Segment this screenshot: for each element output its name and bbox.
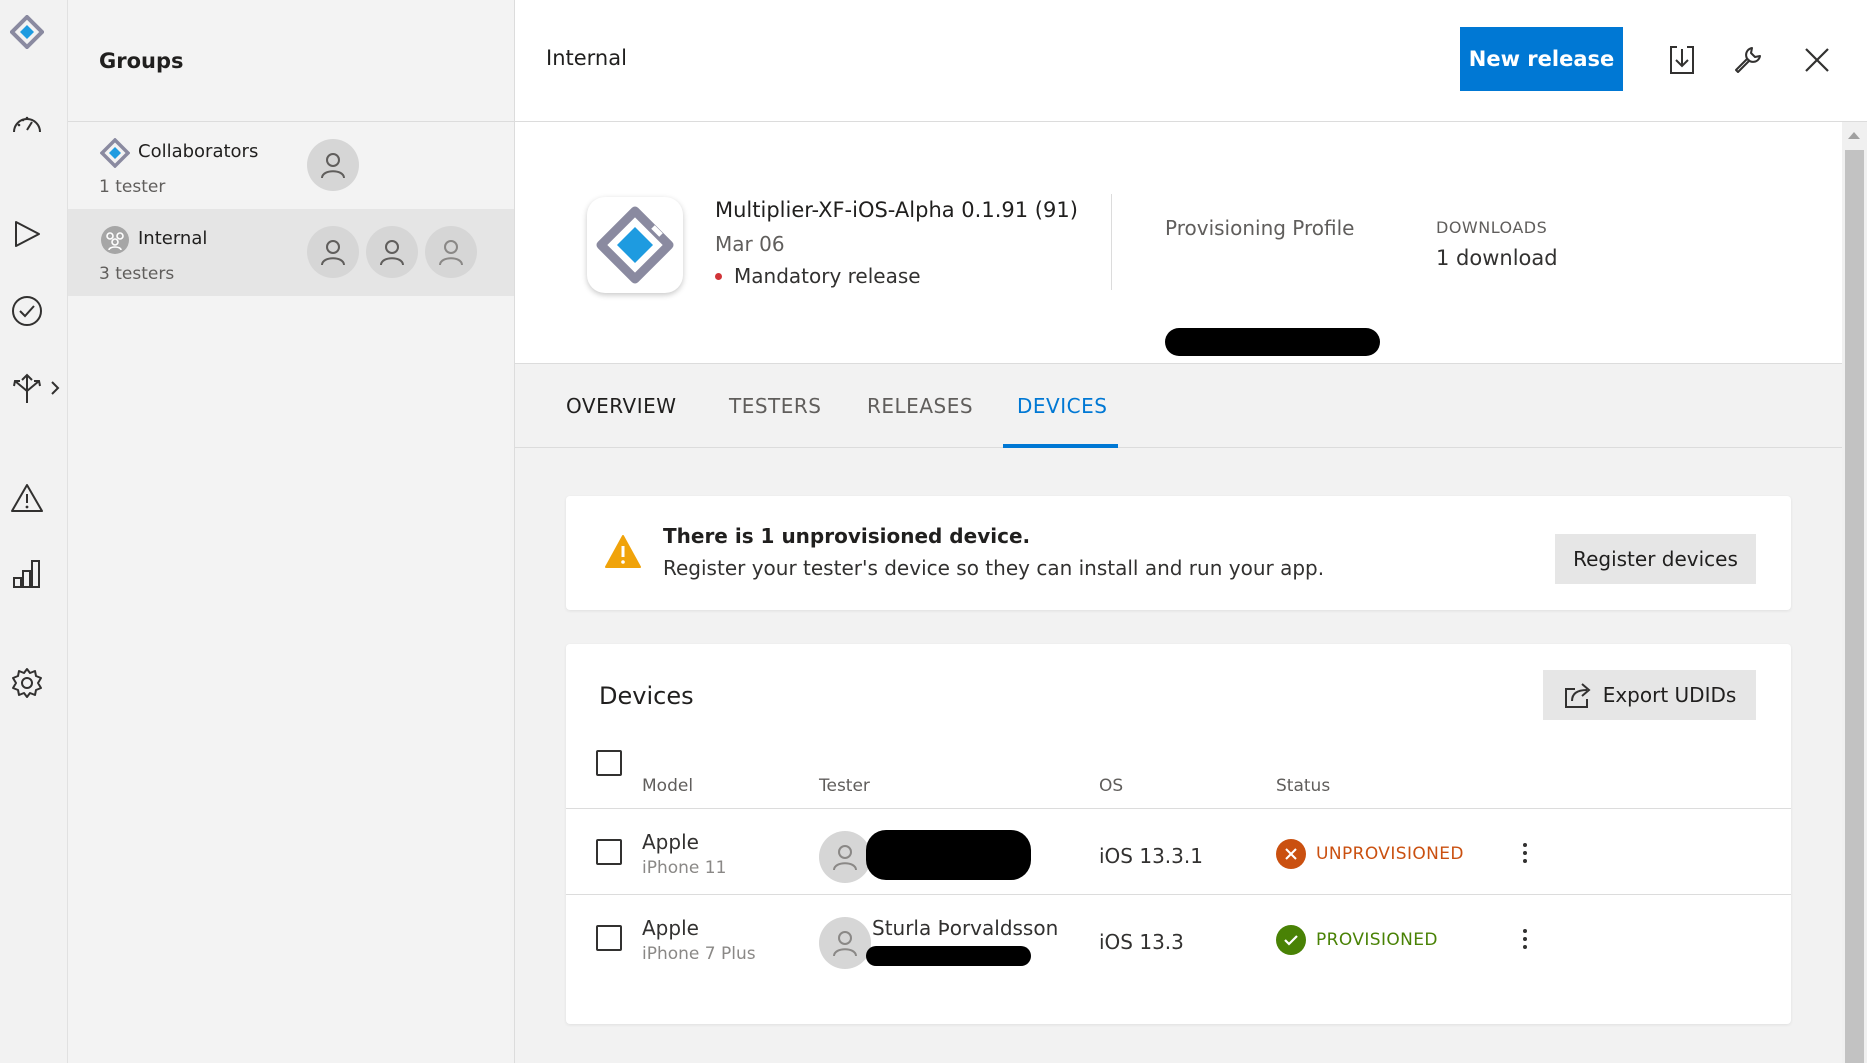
test-check-icon[interactable] [8, 292, 46, 330]
build-play-icon[interactable] [8, 215, 46, 253]
scroll-up-arrow-icon[interactable] [1848, 132, 1860, 139]
tab-devices[interactable]: DEVICES [1017, 364, 1107, 448]
device-model: iPhone 11 [642, 858, 727, 878]
dashboard-icon[interactable] [8, 104, 46, 142]
avatar [307, 139, 359, 191]
provisioning-profile-label: Provisioning Profile [1165, 216, 1355, 240]
export-udids-button[interactable]: Export UDIDs [1543, 670, 1756, 720]
devices-card: Devices Export UDIDs Model Tester OS Sta… [566, 644, 1791, 1024]
group-item-collaborators[interactable]: Collaborators 1 tester [68, 122, 514, 209]
column-header-tester[interactable]: Tester [819, 776, 870, 796]
avatar [425, 226, 477, 278]
mandatory-release-label: Mandatory release [734, 264, 921, 288]
tester-avatar [819, 917, 871, 969]
new-release-button[interactable]: New release [1460, 27, 1623, 91]
row-checkbox[interactable] [596, 925, 622, 951]
redacted-tester-email [866, 946, 1031, 966]
diagnostics-warning-icon[interactable] [8, 479, 46, 517]
group-name: Collaborators [138, 141, 259, 162]
unprovisioned-x-icon [1276, 839, 1306, 869]
mandatory-dot [715, 272, 722, 280]
export-share-icon [1563, 681, 1593, 709]
row-more-options-icon[interactable] [1515, 835, 1535, 871]
table-divider [566, 808, 1791, 809]
collaborators-group-icon [100, 138, 130, 168]
tab-releases[interactable]: RELEASES [867, 364, 973, 448]
warning-icon [604, 534, 642, 570]
expand-chevron-icon[interactable] [49, 380, 63, 396]
device-make: Apple [642, 916, 699, 940]
page-title: Internal [546, 46, 627, 70]
scrollbar-thumb[interactable] [1845, 150, 1864, 1063]
redacted-provisioning-profile [1165, 328, 1380, 356]
devices-title: Devices [599, 682, 694, 710]
device-make: Apple [642, 830, 699, 854]
group-item-internal[interactable]: Internal 3 testers [68, 209, 514, 296]
close-icon[interactable] [1797, 40, 1837, 80]
provisioned-check-icon [1276, 925, 1306, 955]
row-checkbox[interactable] [596, 839, 622, 865]
status-label: PROVISIONED [1316, 930, 1438, 950]
warning-title: There is 1 unprovisioned device. [663, 524, 1031, 548]
redacted-tester-name [866, 830, 1031, 880]
mandatory-release-indicator: Mandatory release [715, 264, 921, 288]
table-divider [566, 894, 1791, 895]
device-os: iOS 13.3.1 [1099, 844, 1203, 868]
wrench-icon[interactable] [1728, 40, 1768, 80]
column-header-status[interactable]: Status [1276, 776, 1330, 796]
analytics-bar-icon[interactable] [8, 554, 46, 592]
status-label: UNPROVISIONED [1316, 844, 1464, 864]
export-udids-label: Export UDIDs [1602, 683, 1737, 707]
row-more-options-icon[interactable] [1515, 921, 1535, 957]
groups-header: Groups [68, 0, 514, 122]
device-os: iOS 13.3 [1099, 930, 1184, 954]
group-tester-count: 3 testers [99, 264, 175, 284]
active-tab-indicator [1003, 444, 1118, 448]
vertical-scrollbar[interactable] [1842, 122, 1867, 1063]
app-icon [587, 197, 683, 293]
distribute-icon[interactable] [8, 369, 46, 407]
release-summary: Multiplier-XF-iOS-Alpha 0.1.91 (91) Mar … [515, 122, 1842, 364]
tab-testers[interactable]: TESTERS [729, 364, 822, 448]
status-badge: PROVISIONED [1276, 925, 1438, 955]
status-badge: UNPROVISIONED [1276, 839, 1464, 869]
release-name: Multiplier-XF-iOS-Alpha 0.1.91 (91) [715, 198, 1078, 222]
group-name: Internal [138, 228, 208, 249]
column-header-model[interactable]: Model [642, 776, 693, 796]
groups-title: Groups [99, 48, 184, 73]
downloads-label: DOWNLOADS [1436, 218, 1548, 237]
select-all-checkbox[interactable] [596, 750, 622, 776]
groups-panel: Groups Collaborators 1 tester Internal 3… [68, 0, 515, 1063]
group-tester-count: 1 tester [99, 177, 166, 197]
settings-gear-icon[interactable] [8, 664, 46, 702]
column-header-os[interactable]: OS [1099, 776, 1123, 796]
tester-name: Sturla Þorvaldsson [872, 916, 1059, 940]
tester-avatar [819, 831, 871, 883]
avatar [366, 226, 418, 278]
unprovisioned-warning-card: There is 1 unprovisioned device. Registe… [566, 496, 1791, 610]
divider [1111, 194, 1112, 290]
release-date: Mar 06 [715, 232, 785, 256]
tab-overview[interactable]: OVERVIEW [566, 364, 677, 448]
release-details-content: Multiplier-XF-iOS-Alpha 0.1.91 (91) Mar … [515, 122, 1842, 1063]
downloads-value: 1 download [1436, 246, 1558, 270]
release-tabs: OVERVIEW TESTERS RELEASES DEVICES [515, 364, 1842, 448]
register-devices-button[interactable]: Register devices [1555, 534, 1756, 584]
left-nav-rail [0, 0, 68, 1063]
internal-group-icon [100, 225, 130, 255]
download-icon[interactable] [1662, 40, 1702, 80]
warning-message: Register your tester's device so they ca… [663, 556, 1325, 580]
app-logo-icon[interactable] [8, 13, 46, 51]
device-model: iPhone 7 Plus [642, 944, 756, 964]
avatar [307, 226, 359, 278]
details-header: Internal New release [515, 0, 1867, 122]
